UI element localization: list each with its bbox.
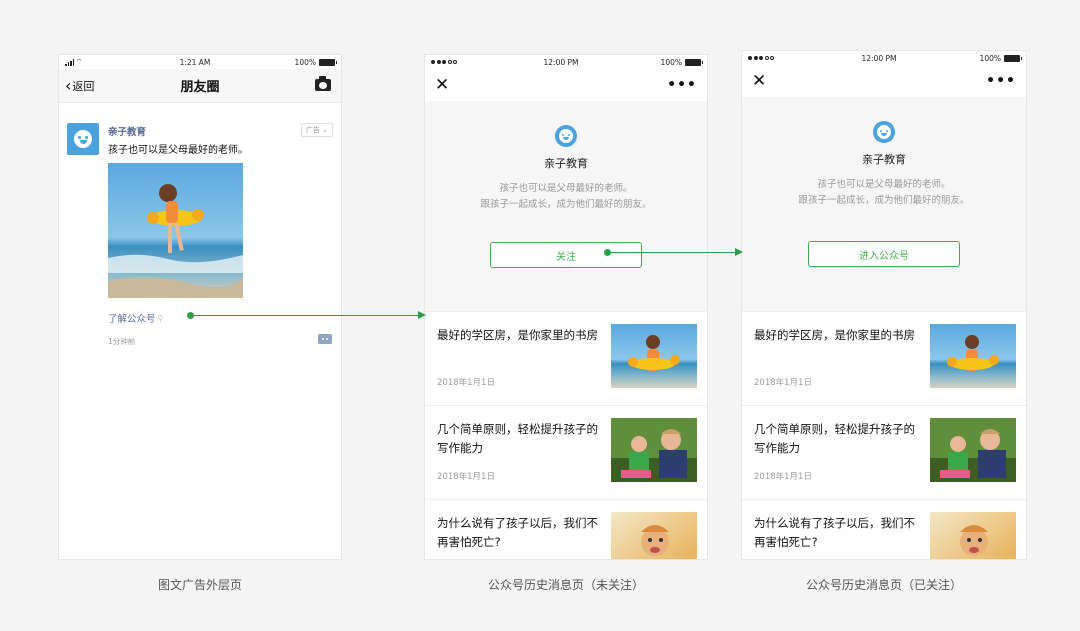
close-icon[interactable]: ✕ [435, 76, 449, 94]
chevron-left-icon: ‹ [65, 75, 72, 95]
back-label: 返回 [72, 79, 95, 93]
link-icon: ⚲ [157, 313, 164, 323]
account-desc-2: 跟孩子一起成长，成为他们最好的朋友。 [798, 195, 970, 206]
article-item[interactable]: 为什么说有了孩子以后，我们不再害怕死亡? [425, 499, 707, 559]
article-thumbnail [611, 512, 697, 559]
post-text: 孩子也可以是父母最好的老师。 [108, 145, 248, 156]
article-title: 几个简单原则，轻松提升孩子的写作能力 [754, 422, 915, 455]
status-bar: ⌔ 1:21 AM 100% [59, 55, 341, 69]
nav-bar: ✕ ••• [425, 69, 707, 101]
article-date: 2018年1月1日 [437, 472, 495, 482]
arrow-start-dot [604, 249, 611, 256]
caption-history-followed: 公众号历史消息页（已关注） [805, 578, 962, 592]
phone-history-followed: 12:00 PM 100% ✕ ••• 亲子教育 孩子也可以是父母最好的老师。 … [741, 50, 1027, 560]
article-title: 几个简单原则，轻松提升孩子的写作能力 [437, 422, 598, 455]
ad-tag[interactable]: 广告 ⌄ [300, 123, 333, 137]
comment-menu-icon[interactable] [318, 334, 332, 344]
signal-icon [431, 60, 471, 64]
article-thumbnail [930, 418, 1016, 482]
status-time: 1:21 AM [179, 57, 211, 67]
avatar[interactable] [67, 123, 99, 155]
article-date: 2018年1月1日 [437, 378, 495, 388]
account-logo [555, 125, 577, 147]
more-icon[interactable]: ••• [986, 74, 1016, 88]
flow-arrow-1 [187, 311, 426, 319]
smiley-icon [74, 130, 92, 148]
close-icon[interactable]: ✕ [752, 72, 766, 90]
article-thumbnail [611, 324, 697, 388]
article-item[interactable]: 几个简单原则，轻松提升孩子的写作能力 2018年1月1日 [425, 405, 707, 499]
account-header: 亲子教育 孩子也可以是父母最好的老师。 跟孩子一起成长，成为他们最好的朋友。 关… [425, 101, 707, 311]
camera-icon[interactable] [315, 76, 331, 91]
nav-bar: ‹ 返回 朋友圈 [59, 69, 341, 103]
post-image[interactable] [108, 163, 243, 298]
article-thumbnail [611, 418, 697, 482]
phone-history-unfollowed: 12:00 PM 100% ✕ ••• 亲子教育 孩子也可以是父母最好的老师。 … [424, 54, 708, 560]
account-desc-1: 孩子也可以是父母最好的老师。 [499, 183, 633, 194]
article-thumbnail [930, 324, 1016, 388]
article-title: 最好的学区房，是你家里的书房 [437, 328, 598, 342]
nav-bar: ✕ ••• [742, 65, 1026, 97]
learn-account-link[interactable]: 了解公众号 ⚲ [108, 311, 164, 326]
article-date: 2018年1月1日 [754, 378, 812, 388]
status-bar: 12:00 PM 100% [742, 51, 1026, 65]
account-name: 亲子教育 [862, 153, 906, 166]
phone-moments-feed: ⌔ 1:21 AM 100% ‹ 返回 朋友圈 亲子教育 广告 ⌄ 孩子也可以是父… [58, 54, 342, 560]
account-name: 亲子教育 [544, 157, 588, 170]
status-bar: 12:00 PM 100% [425, 55, 707, 69]
back-button[interactable]: ‹ 返回 [65, 75, 95, 95]
arrow-head [735, 248, 743, 256]
article-thumbnail [930, 512, 1016, 559]
battery-percent: 100% [979, 53, 1001, 63]
link-label: 了解公众号 [108, 314, 156, 325]
follow-button[interactable]: 关注 [490, 242, 642, 268]
account-desc-2: 跟孩子一起成长，成为他们最好的朋友。 [480, 199, 652, 210]
battery-percent: 100% [660, 57, 682, 67]
battery-icon [685, 58, 703, 66]
enter-account-button[interactable]: 进入公众号 [808, 241, 960, 267]
arrow-start-dot [187, 312, 194, 319]
article-item[interactable]: 最好的学区房，是你家里的书房 2018年1月1日 [742, 311, 1026, 405]
smiley-icon [877, 125, 891, 139]
smiley-icon [559, 129, 573, 143]
account-desc-1: 孩子也可以是父母最好的老师。 [817, 179, 951, 190]
caption-history-unfollowed: 公众号历史消息页（未关注） [487, 578, 644, 592]
status-time: 12:00 PM [543, 57, 579, 67]
status-time: 12:00 PM [861, 53, 897, 63]
article-item[interactable]: 最好的学区房，是你家里的书房 2018年1月1日 [425, 311, 707, 405]
signal-icon [748, 56, 788, 60]
article-title: 为什么说有了孩子以后，我们不再害怕死亡? [437, 516, 598, 549]
article-item[interactable]: 几个简单原则，轻松提升孩子的写作能力 2018年1月1日 [742, 405, 1026, 499]
article-date: 2018年1月1日 [754, 472, 812, 482]
article-title: 最好的学区房，是你家里的书房 [754, 328, 915, 342]
flow-arrow-2 [604, 248, 743, 256]
arrow-head [418, 311, 426, 319]
caption-ad-outer: 图文广告外层页 [157, 578, 242, 592]
account-logo [873, 121, 895, 143]
battery-percent: 100% [294, 57, 316, 67]
page-title: 朋友圈 [180, 80, 220, 95]
article-item[interactable]: 为什么说有了孩子以后，我们不再害怕死亡? [742, 499, 1026, 559]
account-header: 亲子教育 孩子也可以是父母最好的老师。 跟孩子一起成长，成为他们最好的朋友。 进… [742, 97, 1026, 311]
signal-icon: ⌔ [65, 58, 105, 67]
post-time: 1分钟前 [108, 337, 136, 346]
battery-icon [319, 58, 337, 66]
post-author[interactable]: 亲子教育 [108, 124, 146, 138]
battery-icon [1004, 54, 1022, 62]
more-icon[interactable]: ••• [667, 78, 697, 92]
article-title: 为什么说有了孩子以后，我们不再害怕死亡? [754, 516, 915, 549]
